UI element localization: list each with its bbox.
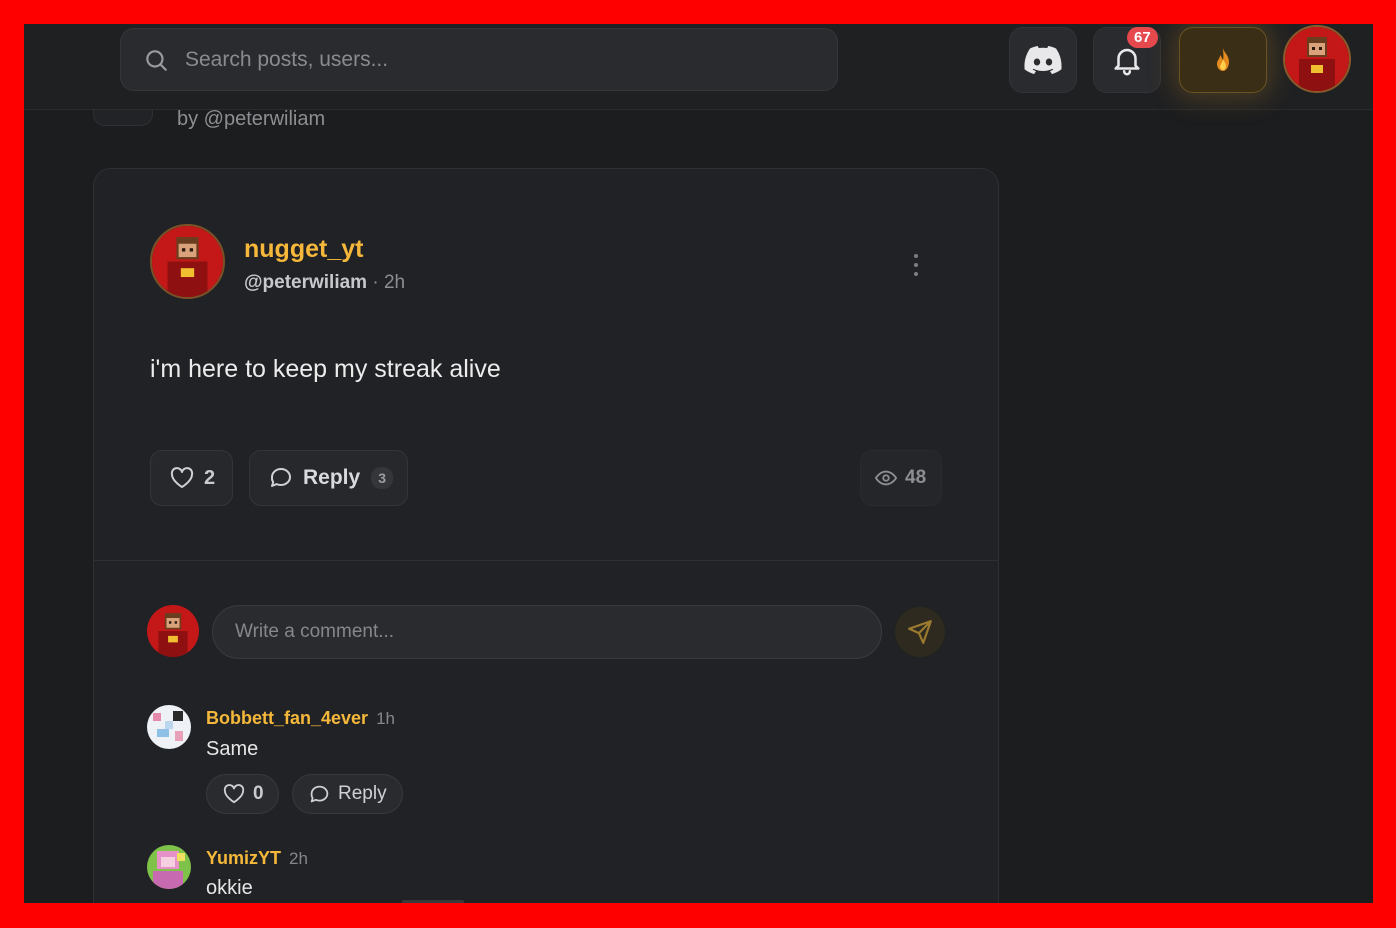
card-divider: [94, 560, 998, 561]
eye-icon: [875, 470, 897, 486]
avatar: [152, 226, 223, 297]
post-body: i'm here to keep my streak alive: [150, 355, 501, 383]
more-options-button[interactable]: [906, 251, 926, 279]
like-button[interactable]: 2: [150, 450, 233, 506]
scroll-indicator[interactable]: [402, 900, 464, 903]
search-input[interactable]: [185, 47, 785, 72]
reply-count-badge: 3: [371, 467, 393, 489]
search-bar[interactable]: [120, 28, 838, 91]
post-meta: @peterwiliam · 2h: [244, 272, 405, 294]
notification-badge: 67: [1127, 27, 1158, 48]
post-author-avatar[interactable]: [150, 224, 225, 299]
previous-post-byline: by @peterwiliam: [177, 108, 326, 130]
send-comment-button[interactable]: [895, 607, 945, 657]
app-frame: by @peterwiliam 67: [24, 24, 1373, 903]
post-author-handle[interactable]: @peterwiliam: [244, 272, 367, 293]
heart-icon: [223, 784, 245, 804]
comment-icon: [310, 785, 329, 802]
post-card: nugget_yt @peterwiliam · 2h i'm here to …: [93, 168, 999, 903]
heart-icon: [170, 467, 194, 488]
reply-label: Reply: [303, 466, 361, 489]
comment-like-count: 0: [253, 783, 264, 804]
avatar: [147, 845, 191, 889]
view-count: 48: [905, 467, 927, 488]
comment-text: Same: [206, 738, 259, 760]
comment-text: okkie: [206, 877, 253, 899]
discord-icon: [1024, 46, 1062, 75]
comment-input[interactable]: [212, 605, 882, 659]
flame-icon: [1217, 48, 1229, 71]
discord-button[interactable]: [1009, 27, 1077, 93]
bell-icon: [1114, 48, 1140, 76]
comment-time: 2h: [289, 849, 308, 868]
comment-author-name[interactable]: Bobbett_fan_4ever 1h: [206, 708, 395, 729]
send-icon: [908, 620, 932, 644]
profile-avatar-button[interactable]: [1283, 25, 1351, 93]
comment-like-button[interactable]: 0: [206, 774, 279, 814]
comment-author-avatar[interactable]: [147, 845, 191, 889]
like-count: 2: [204, 466, 216, 489]
comment-reply-label: Reply: [338, 783, 387, 804]
views-indicator: 48: [860, 450, 942, 506]
streak-button[interactable]: [1179, 27, 1267, 93]
comment-time: 1h: [376, 709, 395, 728]
comment-author-avatar[interactable]: [147, 705, 191, 749]
top-bar: 67: [24, 24, 1373, 110]
comment-icon: [270, 468, 291, 487]
avatar: [1285, 27, 1349, 91]
kebab-icon: [914, 254, 918, 258]
current-user-avatar: [147, 605, 199, 657]
avatar: [147, 605, 199, 657]
post-author-name[interactable]: nugget_yt: [244, 235, 363, 264]
post-time: · 2h: [372, 272, 406, 293]
reply-button[interactable]: Reply 3: [249, 450, 408, 506]
avatar: [147, 705, 191, 749]
comment-reply-button[interactable]: Reply: [292, 774, 403, 814]
comment-author-name[interactable]: YumizYT 2h: [206, 848, 308, 869]
search-icon: [146, 49, 167, 71]
